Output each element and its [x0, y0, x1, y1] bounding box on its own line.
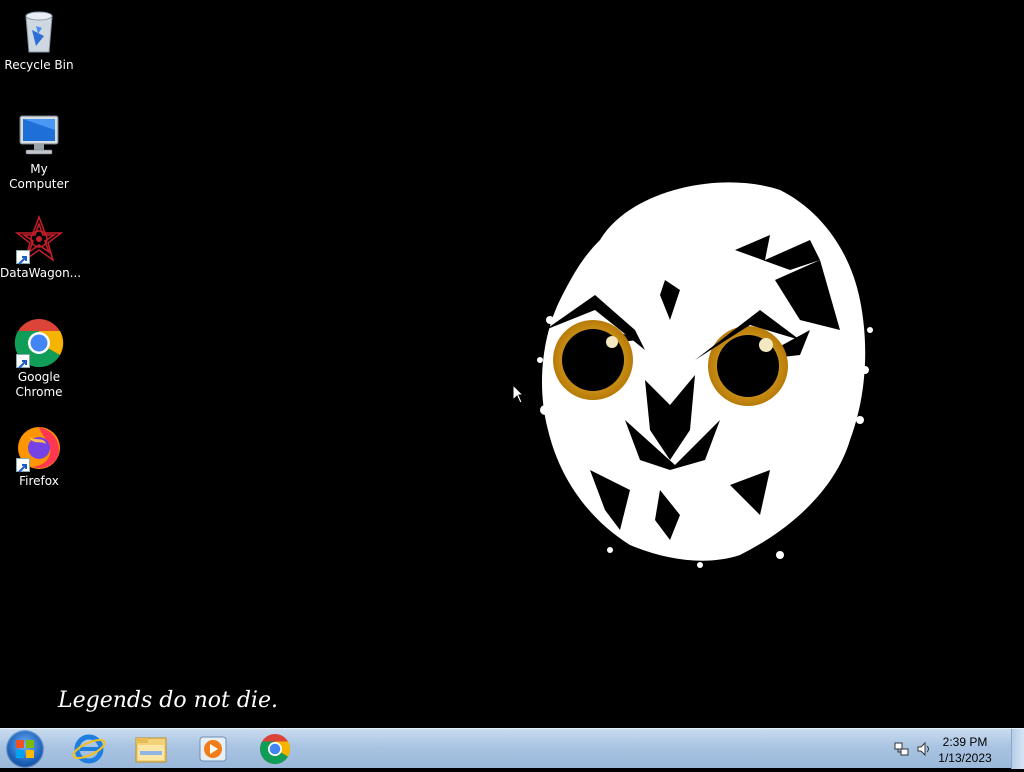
clock-time[interactable]: 2:39 PM: [930, 735, 1000, 749]
folder-icon: [135, 737, 167, 763]
shortcut-arrow-icon: [16, 354, 30, 369]
computer-icon: [14, 110, 64, 160]
desktop-icon-firefox[interactable]: Firefox: [0, 422, 78, 489]
recycle-bin-icon: [14, 6, 64, 56]
desktop-icon-datawagon[interactable]: DataWagon...: [0, 214, 82, 281]
wallpaper-tagline: Legends do not die.: [58, 688, 278, 713]
shortcut-arrow-icon: [16, 250, 30, 265]
desktop-icon-label: Recycle Bin: [4, 58, 74, 72]
chrome-icon: [14, 318, 64, 369]
desktop-icon-recycle-bin[interactable]: Recycle Bin: [0, 6, 78, 73]
chrome-icon: [259, 734, 291, 765]
desktop-icon-label: My Computer: [9, 162, 69, 191]
desktop-icon-label: Google Chrome: [15, 370, 63, 399]
internet-explorer-icon: [72, 734, 106, 764]
desktop-icon-my-computer[interactable]: My Computer: [0, 110, 78, 192]
taskbar-google-chrome[interactable]: [250, 731, 300, 767]
show-desktop-button[interactable]: [1011, 729, 1024, 769]
system-tray: 2:39 PM 1/13/2023: [884, 729, 1024, 769]
taskbar-windows-media-player[interactable]: [188, 731, 238, 767]
clock-date[interactable]: 1/13/2023: [930, 751, 1000, 765]
desktop[interactable]: Recycle Bin My Computer DataWagon... Goo…: [0, 0, 1024, 728]
taskbar-windows-explorer[interactable]: [126, 731, 176, 767]
start-button[interactable]: [6, 730, 44, 768]
firefox-icon: [14, 422, 64, 473]
mouse-cursor-icon: [512, 383, 525, 408]
taskbar-internet-explorer[interactable]: [64, 731, 114, 767]
network-icon[interactable]: [894, 741, 910, 761]
desktop-icon-label: DataWagon...: [0, 266, 82, 280]
taskbar: 2:39 PM 1/13/2023: [0, 728, 1024, 769]
windows-start-icon: [16, 740, 34, 758]
shortcut-arrow-icon: [16, 458, 30, 473]
datawagon-icon: [14, 214, 64, 265]
owl-wallpaper-image: [520, 170, 880, 570]
desktop-icon-google-chrome[interactable]: Google Chrome: [0, 318, 78, 400]
media-player-icon: [199, 736, 227, 762]
desktop-icon-label: Firefox: [19, 474, 59, 488]
